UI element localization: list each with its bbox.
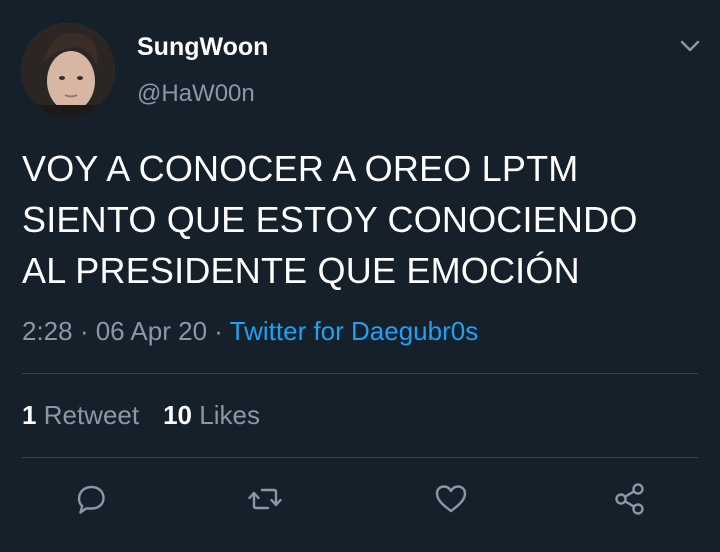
tweet-detail: SungWoon @HaW00n VOY A CONOCER A OREO LP… <box>0 0 720 552</box>
retweets-stat[interactable]: 1 Retweet <box>22 400 139 430</box>
likes-stat[interactable]: 10 Likes <box>163 400 260 430</box>
avatar[interactable] <box>21 23 115 117</box>
share-button[interactable] <box>610 479 650 519</box>
likes-label: Likes <box>199 400 260 430</box>
tweet-date: 06 Apr 20 <box>95 316 208 346</box>
chevron-down-icon[interactable] <box>679 38 701 54</box>
user-handle[interactable]: @HaW00n <box>137 80 255 108</box>
tweet-source-link[interactable]: Twitter for Daegubr0s <box>230 316 479 346</box>
retweets-label: Retweet <box>43 400 140 430</box>
reply-button[interactable] <box>71 479 111 519</box>
meta-separator: · <box>207 316 230 346</box>
share-icon <box>615 483 644 515</box>
retweet-icon <box>248 488 282 510</box>
likes-count: 10 <box>163 400 193 430</box>
tweet-time: 2:28 <box>22 316 73 346</box>
retweet-button[interactable] <box>245 479 285 519</box>
heart-icon <box>435 485 467 513</box>
divider <box>22 457 698 458</box>
reply-icon <box>77 485 105 514</box>
avatar-photo <box>21 23 115 117</box>
tweet-meta: 2:28 · 06 Apr 20 · Twitter for Daegubr0s <box>22 316 478 347</box>
tweet-stats: 1 Retweet 10 Likes <box>22 400 260 431</box>
divider <box>22 373 698 374</box>
retweets-count: 1 <box>22 400 37 430</box>
like-button[interactable] <box>431 479 471 519</box>
display-name[interactable]: SungWoon <box>137 33 268 62</box>
meta-separator: · <box>72 316 96 346</box>
tweet-text: VOY A CONOCER A OREO LPTM SIENTO QUE EST… <box>22 148 638 291</box>
